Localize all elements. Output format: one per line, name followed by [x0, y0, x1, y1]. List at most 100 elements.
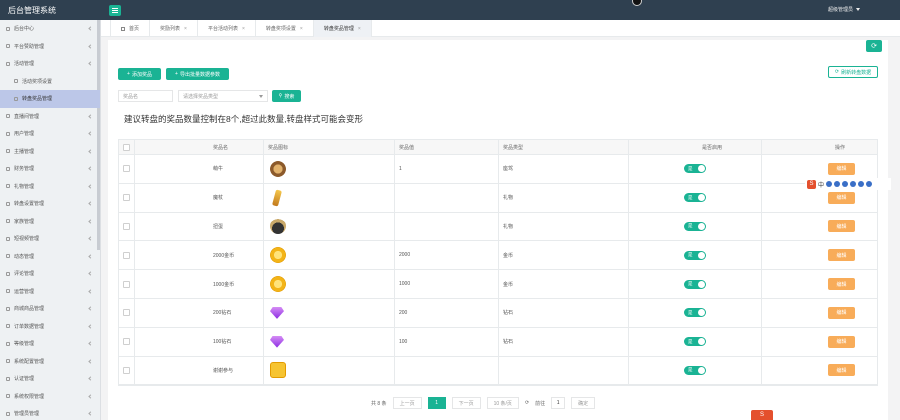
- tab[interactable]: 平台活动列表 ×: [198, 20, 256, 37]
- menu-toggle-button[interactable]: [109, 4, 121, 16]
- sidebar-item-label: 活动奖项设置: [22, 78, 53, 85]
- toolbox-icon[interactable]: [866, 181, 873, 187]
- skin-icon[interactable]: [858, 181, 865, 187]
- ime-mode[interactable]: 中: [818, 180, 824, 189]
- sidebar-item[interactable]: 活动奖项设置: [0, 73, 100, 91]
- tab[interactable]: 转盘奖项设置 ×: [256, 20, 314, 37]
- prize-type-select[interactable]: 请选择奖品类型: [178, 90, 268, 102]
- punctuation-icon[interactable]: [826, 181, 833, 187]
- edit-button[interactable]: 编辑: [828, 191, 855, 204]
- enabled-toggle[interactable]: 是: [684, 250, 706, 260]
- sidebar-item[interactable]: 活动管理: [0, 55, 100, 73]
- sidebar-item[interactable]: 转盘设置管理: [0, 195, 100, 213]
- page-current[interactable]: 1: [427, 397, 446, 409]
- chevron-left-icon: [88, 26, 93, 31]
- refresh-wheel-button[interactable]: ⟳ 刷新转盘数据: [828, 66, 878, 78]
- emoji-icon[interactable]: [834, 181, 841, 187]
- sidebar-item[interactable]: 动态管理: [0, 248, 100, 266]
- enabled-toggle[interactable]: 是: [684, 221, 706, 231]
- sidebar-item[interactable]: 用户管理: [0, 125, 100, 143]
- ime-toolbar[interactable]: S 中: [805, 178, 891, 190]
- sidebar-item-label: 家族管理: [14, 218, 35, 225]
- voice-icon[interactable]: [842, 181, 849, 187]
- edit-button[interactable]: 编辑: [828, 162, 855, 175]
- sidebar-item[interactable]: 后台中心: [0, 20, 100, 38]
- batch-export-button[interactable]: + 导出批量数据参数: [166, 68, 229, 80]
- sidebar-item[interactable]: 等级管理: [0, 335, 100, 353]
- sidebar-item[interactable]: 系统权限管理: [0, 388, 100, 406]
- enabled-toggle[interactable]: 是: [684, 164, 706, 174]
- sidebar-item[interactable]: 财务管理: [0, 160, 100, 178]
- search-button[interactable]: ⚲ 搜索: [272, 90, 301, 102]
- row-checkbox[interactable]: [123, 280, 130, 288]
- close-icon[interactable]: ×: [358, 26, 361, 32]
- tab[interactable]: 转盘奖品管理 ×: [313, 20, 372, 37]
- sidebar-item[interactable]: 家族管理: [0, 213, 100, 231]
- prev-page-button[interactable]: 上一页: [392, 397, 422, 409]
- tab-label: 奖励列表: [160, 26, 181, 32]
- sidebar-item[interactable]: 评论管理: [0, 265, 100, 283]
- row-checkbox[interactable]: [123, 165, 130, 173]
- sidebar-item[interactable]: 管理员管理: [0, 405, 100, 420]
- sidebar-item-label: 系统配置管理: [14, 358, 45, 365]
- enabled-toggle[interactable]: 是: [684, 365, 706, 375]
- sidebar-item[interactable]: 认证管理: [0, 370, 100, 388]
- sidebar-item[interactable]: 礼物管理: [0, 178, 100, 196]
- sidebar-item[interactable]: 运营管理: [0, 283, 100, 301]
- sidebar-item[interactable]: 系统配置管理: [0, 353, 100, 371]
- row-checkbox[interactable]: [123, 309, 130, 317]
- prize-image-cell: [264, 183, 395, 212]
- enabled-toggle[interactable]: 是: [684, 193, 706, 203]
- sidebar-item-label: 活动管理: [14, 61, 35, 68]
- row-checkbox[interactable]: [123, 366, 130, 374]
- edit-button[interactable]: 编辑: [828, 364, 855, 377]
- enabled-toggle[interactable]: 是: [684, 337, 706, 347]
- confirm-page-button[interactable]: 确定: [571, 397, 596, 409]
- tab-scroll-left-button[interactable]: [101, 20, 111, 37]
- prize-name-cell: 谢谢参与: [135, 356, 264, 385]
- tab-label: 首页: [129, 26, 140, 32]
- chevron-left-icon: [88, 61, 93, 66]
- edit-button[interactable]: 编辑: [828, 220, 855, 233]
- select-all-checkbox[interactable]: [123, 143, 130, 151]
- edit-button[interactable]: 编辑: [828, 335, 855, 348]
- sidebar-item-label: 转盘奖品管理: [22, 96, 53, 103]
- edit-button[interactable]: 编辑: [828, 306, 855, 319]
- tab[interactable]: 奖励列表 ×: [150, 20, 198, 37]
- table-header-cell: 奖品类型: [499, 140, 629, 154]
- goto-page-input[interactable]: 1: [551, 397, 566, 409]
- sidebar-item[interactable]: 主播管理: [0, 143, 100, 161]
- chevron-left-icon: [88, 183, 93, 189]
- sidebar-item[interactable]: 直播间管理: [0, 108, 100, 126]
- row-checkbox[interactable]: [123, 338, 130, 346]
- toggle-label: 是: [688, 367, 693, 373]
- prize-name-input[interactable]: 奖品名: [118, 90, 173, 102]
- taskbar-ime-icon[interactable]: S: [751, 410, 773, 420]
- sidebar-item[interactable]: 平台赞助管理: [0, 38, 100, 56]
- tab[interactable]: 首页: [111, 20, 151, 37]
- close-icon[interactable]: ×: [300, 26, 303, 32]
- sidebar-item[interactable]: 商城商品管理: [0, 300, 100, 318]
- row-checkbox[interactable]: [123, 222, 130, 230]
- add-prize-button[interactable]: + 添加奖品: [118, 68, 161, 80]
- close-icon[interactable]: ×: [242, 26, 245, 32]
- next-page-button[interactable]: 下一页: [451, 397, 481, 409]
- row-checkbox[interactable]: [123, 251, 130, 259]
- user-menu[interactable]: 超级管理员: [828, 6, 860, 13]
- edit-button[interactable]: 编辑: [828, 278, 855, 291]
- refresh-icon[interactable]: ⟳: [525, 400, 529, 406]
- enabled-toggle[interactable]: 是: [684, 279, 706, 289]
- sidebar-item[interactable]: 转盘奖品管理: [0, 90, 100, 108]
- refresh-button[interactable]: ⟳: [866, 40, 882, 52]
- page-size-value: 10 条/页: [493, 400, 512, 407]
- enabled-toggle[interactable]: 是: [684, 308, 706, 318]
- sidebar-item[interactable]: 短视频管理: [0, 230, 100, 248]
- enabled-cell: 是: [629, 155, 762, 183]
- close-icon[interactable]: ×: [184, 26, 187, 32]
- action-cell: 编辑: [762, 357, 859, 385]
- keyboard-icon[interactable]: [850, 181, 857, 187]
- sidebar-item[interactable]: 订单数据管理: [0, 318, 100, 336]
- edit-button[interactable]: 编辑: [828, 249, 855, 262]
- page-size-select[interactable]: 10 条/页: [486, 397, 519, 409]
- row-checkbox[interactable]: [123, 194, 130, 202]
